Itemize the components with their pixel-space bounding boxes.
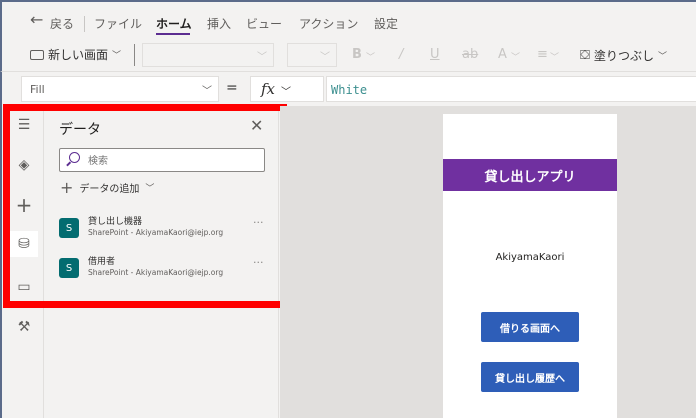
menu-settings[interactable]: 設定 [374,15,398,32]
fill-label: 塗りつぶし [593,49,655,63]
data-source-name: 貸し出し機器 [88,217,143,227]
underline-icon[interactable]: U [430,47,440,62]
menu-file[interactable]: ファイル [94,15,142,32]
menu-action[interactable]: アクション [299,15,358,32]
data-panel: データ ✕ + データの追加 ﹀ S 貸し出し機器 SharePoint - A… [44,106,279,418]
search-icon [69,152,80,163]
paint-bucket-icon: ⛋ [580,48,590,63]
user-name-label[interactable]: AkiyamaKaori [443,252,617,263]
lending-history-button[interactable]: 貸し出し履歴へ [481,362,579,392]
chevron-down-icon: ﹀ [145,184,155,194]
active-tab-underline [156,33,190,35]
italic-icon[interactable]: / [399,47,403,62]
tools-icon[interactable]: ⚒ [10,314,38,340]
menu-bar: ← 戻る ファイル ホーム 挿入 ビュー アクション 設定 [0,0,696,38]
equals-sign: = [226,80,238,96]
chevron-down-icon: ﹀ [281,87,291,98]
menu-view[interactable]: ビュー [246,15,282,32]
formula-bar: Fill ﹀ = fx ﹀ White [0,72,696,106]
add-data-label: データの追加 [79,184,140,195]
insert-plus-icon[interactable]: + [10,192,38,218]
layers-icon[interactable]: ◈ [10,152,38,178]
more-options-icon[interactable]: ··· [253,256,264,269]
font-size-dropdown[interactable]: ﹀ [287,43,337,67]
new-screen-label: 新しい画面 [48,48,109,62]
fill-button[interactable]: ⛋ 塗りつぶし ﹀ [580,47,667,64]
search-box[interactable] [59,148,265,172]
bold-icon[interactable]: B [352,47,362,62]
toolbar: 新しい画面 ﹀ ﹀ ﹀ B ﹀ / U ab A ﹀ ≡ ﹀ ⛋ 塗りつぶし ﹀ [0,38,696,72]
chevron-down-icon: ﹀ [658,52,668,62]
menu-divider [84,16,85,32]
back-button[interactable]: 戻る [50,15,74,32]
left-rail: ☰ ◈ + ⛁ ▭ ⚒ [0,106,44,418]
plus-icon: + [60,178,74,197]
panel-title: データ [59,122,101,138]
close-icon[interactable]: ✕ [250,116,263,135]
data-source-sub: SharePoint - AkiyamaKaori@iejp.org [88,268,224,277]
sharepoint-icon: S [59,218,79,238]
app-screen[interactable]: 貸し出しアプリ AkiyamaKaori 借りる画面へ 貸し出し履歴へ [443,114,617,418]
chevron-down-icon: ﹀ [511,53,521,63]
property-dropdown[interactable]: Fill ﹀ [21,76,219,102]
chevron-down-icon: ﹀ [366,53,376,63]
design-canvas: 貸し出しアプリ AkiyamaKaori 借りる画面へ 貸し出し履歴へ [280,106,696,418]
menu-home[interactable]: ホーム [156,15,192,32]
back-arrow-icon[interactable]: ← [30,10,43,29]
active-rail-indicator [3,233,5,255]
fx-icon: fx [261,80,276,98]
database-icon[interactable]: ⛁ [10,231,38,257]
fx-button[interactable]: fx ﹀ [250,76,324,102]
toolbar-divider [134,44,135,66]
data-source-name: 借用者 [88,257,116,267]
property-label: Fill [30,83,45,96]
menu-insert[interactable]: 挿入 [207,15,231,32]
chevron-down-icon: ﹀ [320,52,330,63]
add-data-button[interactable]: + データの追加 ﹀ [60,178,154,197]
formula-input[interactable]: White [326,76,696,102]
chevron-down-icon: ﹀ [257,52,267,63]
data-source-item[interactable]: S 借用者 SharePoint - AkiyamaKaori@iejp.org… [59,254,269,290]
font-dropdown[interactable]: ﹀ [142,43,274,67]
align-icon[interactable]: ≡ [537,47,548,62]
new-screen-button[interactable]: 新しい画面 ﹀ [30,46,121,63]
chevron-down-icon: ﹀ [550,53,560,63]
screen-icon [30,49,44,60]
data-source-sub: SharePoint - AkiyamaKaori@iejp.org [88,228,224,237]
more-options-icon[interactable]: ··· [253,216,264,229]
sharepoint-icon: S [59,258,79,278]
font-color-icon[interactable]: A [498,47,507,62]
search-input[interactable] [88,153,258,169]
hamburger-menu-icon[interactable]: ☰ [10,112,38,138]
data-source-item[interactable]: S 貸し出し機器 SharePoint - AkiyamaKaori@iejp.… [59,214,269,250]
app-title[interactable]: 貸し出しアプリ [443,159,617,191]
chevron-down-icon: ﹀ [202,86,212,97]
media-icon[interactable]: ▭ [10,274,38,300]
borrow-screen-button[interactable]: 借りる画面へ [481,312,579,342]
formula-value: White [331,83,368,97]
strikethrough-icon[interactable]: ab [462,47,478,62]
chevron-down-icon: ﹀ [112,51,122,61]
